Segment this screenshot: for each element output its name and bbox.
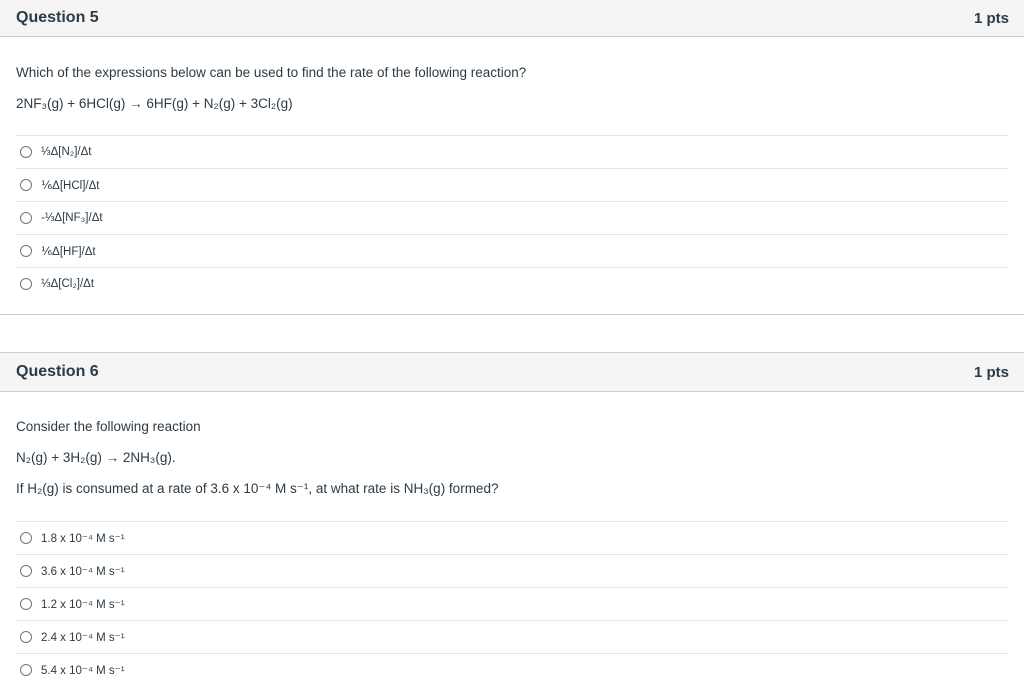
question-title: Question 6 bbox=[16, 363, 99, 380]
answer-label: 1.8 x 10⁻⁴ M s⁻¹ bbox=[41, 533, 125, 545]
answer-label: 1.2 x 10⁻⁴ M s⁻¹ bbox=[41, 599, 125, 611]
answer-label: ⅙Δ[HCl]/Δt bbox=[41, 180, 100, 192]
answer-option[interactable]: 1.8 x 10⁻⁴ M s⁻¹ bbox=[16, 521, 1009, 554]
radio-button[interactable] bbox=[20, 212, 32, 224]
question-text: If H₂(g) is consumed at a rate of 3.6 x … bbox=[16, 481, 499, 496]
answer-option[interactable]: ⅙Δ[HCl]/Δt bbox=[16, 168, 1009, 201]
radio-button[interactable] bbox=[20, 179, 32, 191]
radio-button[interactable] bbox=[20, 631, 32, 643]
question-5: Question 5 1 pts Which of the expression… bbox=[0, 0, 1024, 315]
radio-button[interactable] bbox=[20, 245, 32, 257]
answer-label: ⅓Δ[N₂]/Δt bbox=[41, 146, 92, 158]
radio-button[interactable] bbox=[20, 565, 32, 577]
answer-option[interactable]: ⅓Δ[N₂]/Δt bbox=[16, 135, 1009, 168]
reaction-equation: N₂(g) + 3H₂(g) → 2NH₃(g). bbox=[16, 450, 176, 465]
answer-label: -⅓Δ[NF₃]/Δt bbox=[41, 212, 103, 224]
answer-option[interactable]: 2.4 x 10⁻⁴ M s⁻¹ bbox=[16, 620, 1009, 653]
answer-option[interactable]: 3.6 x 10⁻⁴ M s⁻¹ bbox=[16, 554, 1009, 587]
answer-label: 2.4 x 10⁻⁴ M s⁻¹ bbox=[41, 632, 125, 644]
radio-button[interactable] bbox=[20, 532, 32, 544]
question-points: 1 pts bbox=[973, 363, 1009, 381]
answer-label: 3.6 x 10⁻⁴ M s⁻¹ bbox=[41, 566, 125, 578]
reaction-equation: 2NF₃(g) + 6HCl(g) → 6HF(g) + N₂(g) + 3Cl… bbox=[16, 96, 293, 111]
answer-list: ⅓Δ[N₂]/Δt ⅙Δ[HCl]/Δt -⅓Δ[NF₃]/Δt ⅙Δ[HF]/… bbox=[16, 135, 1009, 300]
answer-label: ⅙Δ[HF]/Δt bbox=[41, 246, 96, 258]
radio-button[interactable] bbox=[20, 664, 32, 676]
radio-button[interactable] bbox=[20, 278, 32, 290]
question-prompt: Consider the following reaction bbox=[16, 419, 201, 434]
question-header: Question 6 1 pts bbox=[0, 353, 1024, 392]
answer-option[interactable]: -⅓Δ[NF₃]/Δt bbox=[16, 201, 1009, 234]
question-prompt: Which of the expressions below can be us… bbox=[16, 65, 527, 80]
answer-label: 5.4 x 10⁻⁴ M s⁻¹ bbox=[41, 665, 125, 677]
answer-option[interactable]: ⅓Δ[Cl₂]/Δt bbox=[16, 267, 1009, 300]
answer-list: 1.8 x 10⁻⁴ M s⁻¹ 3.6 x 10⁻⁴ M s⁻¹ 1.2 x … bbox=[16, 521, 1009, 686]
answer-option[interactable]: ⅙Δ[HF]/Δt bbox=[16, 234, 1009, 267]
question-6: Question 6 1 pts Consider the following … bbox=[0, 352, 1024, 699]
question-title: Question 5 bbox=[16, 9, 99, 26]
answer-label: ⅓Δ[Cl₂]/Δt bbox=[41, 278, 95, 290]
radio-button[interactable] bbox=[20, 146, 32, 158]
question-header: Question 5 1 pts bbox=[0, 0, 1024, 37]
answer-option[interactable]: 1.2 x 10⁻⁴ M s⁻¹ bbox=[16, 587, 1009, 620]
answer-option[interactable]: 5.4 x 10⁻⁴ M s⁻¹ bbox=[16, 653, 1009, 686]
radio-button[interactable] bbox=[20, 598, 32, 610]
question-points: 1 pts bbox=[973, 9, 1009, 27]
